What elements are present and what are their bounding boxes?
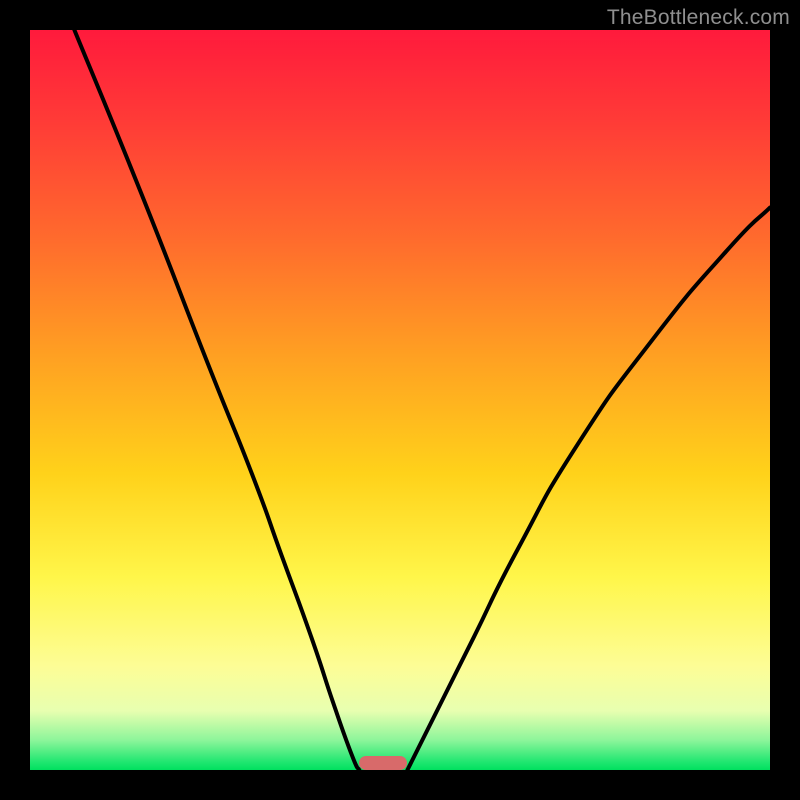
- plot-area: [30, 30, 770, 770]
- watermark-label: TheBottleneck.com: [607, 6, 790, 30]
- right-curve: [407, 208, 770, 770]
- left-curve: [74, 30, 359, 770]
- outer-frame: TheBottleneck.com: [0, 0, 800, 800]
- curves-layer: [30, 30, 770, 770]
- bottom-marker: [359, 756, 407, 770]
